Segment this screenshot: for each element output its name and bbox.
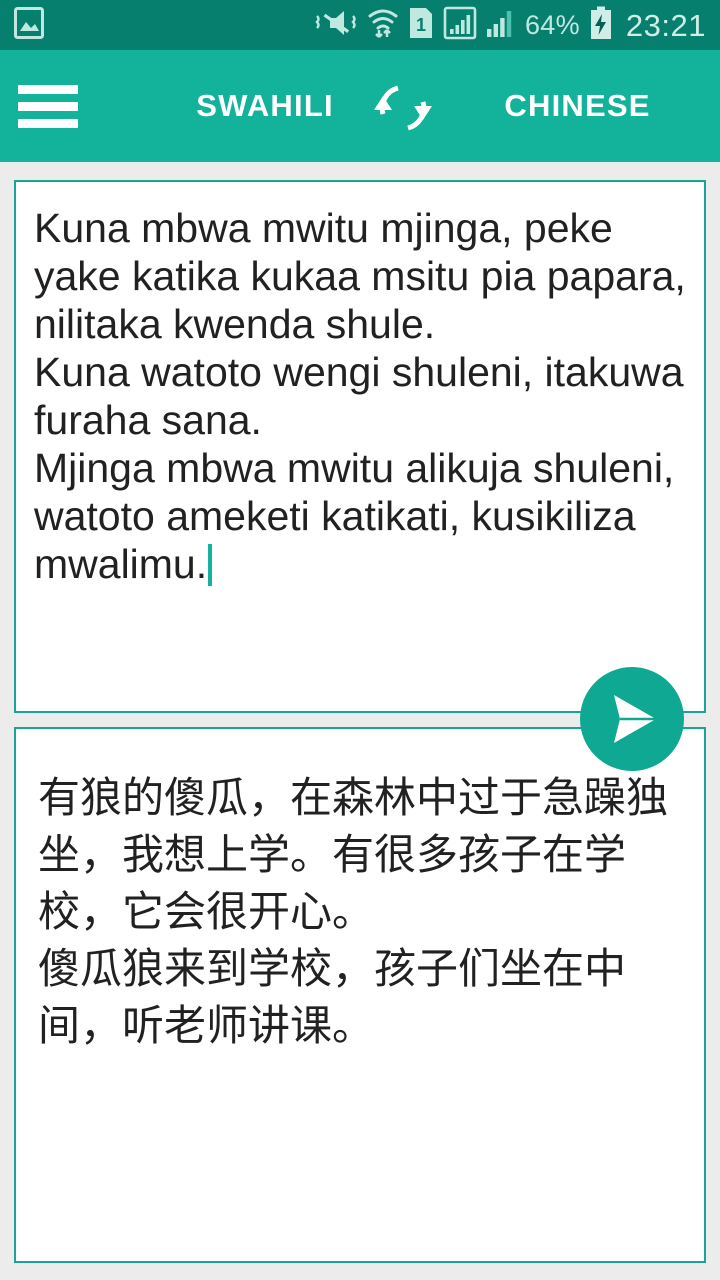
signal-boxed-icon — [443, 6, 477, 45]
status-bar: 1 64% 23:21 — [0, 0, 720, 50]
signal-bars-icon — [486, 6, 516, 45]
app-bar: SWAHILI CHINESE — [0, 50, 720, 162]
photo-icon — [14, 6, 44, 44]
text-cursor — [208, 544, 213, 586]
target-language-button[interactable]: CHINESE — [455, 88, 700, 124]
wifi-icon — [367, 6, 399, 45]
app-screen: 1 64% 23:21 SWAHILI CHINESE Kuna mbwa mw… — [0, 0, 720, 1280]
send-paper-plane-icon — [614, 695, 656, 743]
clock-label: 23:21 — [625, 7, 706, 43]
svg-text:1: 1 — [416, 15, 426, 35]
target-text-card: 有狼的傻瓜，在森林中过于急躁独坐，我想上学。有很多孩子在学校，它会很开心。 傻瓜… — [14, 727, 706, 1263]
source-text-card: Kuna mbwa mwitu mjinga, peke yake katika… — [14, 180, 706, 874]
translate-send-button[interactable] — [580, 667, 684, 771]
source-language-button[interactable]: SWAHILI — [165, 88, 365, 124]
hamburger-bar — [18, 118, 78, 128]
status-bar-left — [14, 6, 44, 44]
source-text-value: Kuna mbwa mwitu mjinga, peke yake katika… — [34, 205, 686, 587]
mute-vibrate-icon — [314, 6, 358, 45]
status-bar-right: 1 64% 23:21 — [314, 6, 706, 45]
hamburger-menu-icon[interactable] — [18, 84, 78, 128]
hamburger-bar — [18, 84, 78, 94]
source-text-input[interactable]: Kuna mbwa mwitu mjinga, peke yake katika… — [34, 204, 690, 588]
translated-text: 有狼的傻瓜，在森林中过于急躁独坐，我想上学。有很多孩子在学校，它会很开心。 傻瓜… — [38, 773, 669, 1050]
hamburger-bar — [18, 101, 78, 111]
battery-percent-label: 64% — [524, 9, 580, 40]
battery-charging-icon — [589, 6, 613, 45]
sim-1-icon: 1 — [408, 6, 434, 45]
swap-languages-icon[interactable] — [370, 78, 436, 138]
